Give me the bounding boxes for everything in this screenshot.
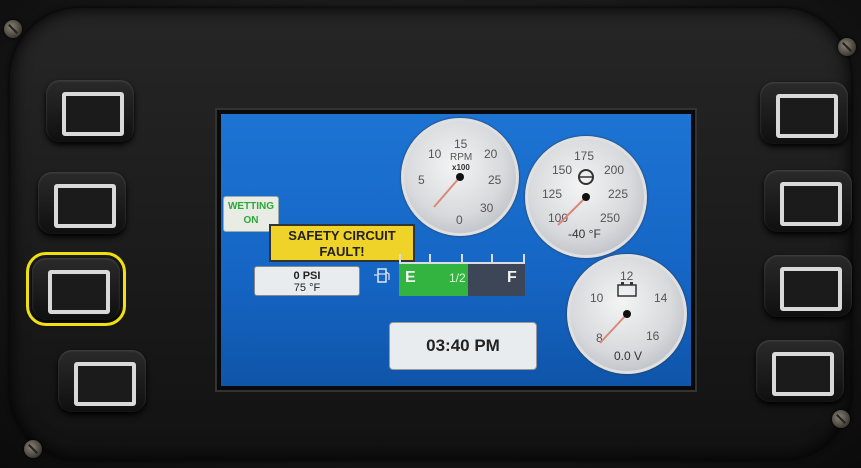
softkey-face: [776, 94, 838, 138]
left-softkey-1[interactable]: [46, 80, 134, 142]
fuel-pump-icon: [374, 268, 390, 283]
fuel-gauge-bar: E 1/2 F: [399, 254, 525, 296]
voltage-gauge: 12 10 14 16 8 0.0 V: [567, 254, 687, 374]
softkey-face: [62, 92, 124, 136]
fuel-tick: [491, 254, 493, 264]
fault-line-2: FAULT!: [319, 244, 365, 259]
softkey-face: [48, 270, 110, 314]
temp-needle-hub: [582, 193, 590, 201]
fuel-tick: [461, 254, 463, 264]
rpm-needle-hub: [456, 173, 464, 181]
battery-icon: [617, 282, 637, 297]
fuel-half-label: 1/2: [449, 271, 466, 285]
softkey-face: [54, 184, 116, 228]
wetting-label: WETTING: [227, 201, 275, 212]
left-softkey-4[interactable]: [58, 350, 146, 412]
screw-top-right: [838, 38, 856, 56]
lcd-screen: 15 10 20 5 25 30 0 RPM x100 175 150 200 …: [217, 110, 695, 390]
fuel-empty-label: E: [405, 269, 416, 286]
clock-display: 03:40 PM: [389, 322, 537, 370]
screw-bottom-left: [24, 440, 42, 458]
coolant-temp-icon: [578, 169, 594, 185]
voltage-needle-hub: [623, 310, 631, 318]
coolant-temp-gauge: 175 150 200 125 225 100 250 -40 °F: [525, 136, 647, 258]
softkey-face: [772, 352, 834, 396]
left-softkey-3[interactable]: [26, 252, 126, 326]
left-softkey-2[interactable]: [38, 172, 126, 234]
right-softkey-4[interactable]: [756, 340, 844, 402]
fuel-tick: [523, 254, 525, 264]
screw-top-left: [4, 20, 22, 38]
pressure-value: 0 PSI: [293, 270, 321, 282]
softkey-face: [780, 267, 842, 311]
fuel-tick: [429, 254, 431, 264]
safety-fault-alert: SAFETY CIRCUIT FAULT!: [269, 224, 415, 262]
rpm-gauge: 15 10 20 5 25 30 0 RPM x100: [401, 118, 519, 236]
fuel-full-label: F: [507, 269, 517, 286]
softkey-face: [780, 182, 842, 226]
oil-pressure-readout: 0 PSI 75 °F: [254, 266, 360, 296]
display-housing: 15 10 20 5 25 30 0 RPM x100 175 150 200 …: [0, 0, 861, 468]
oil-temp-value: 75 °F: [293, 282, 321, 294]
softkey-face: [74, 362, 136, 406]
fault-line-1: SAFETY CIRCUIT: [288, 228, 396, 243]
screw-bottom-right: [832, 410, 850, 428]
right-softkey-2[interactable]: [764, 170, 852, 232]
fuel-tick: [399, 254, 401, 264]
right-softkey-1[interactable]: [760, 82, 848, 144]
right-softkey-3[interactable]: [764, 255, 852, 317]
